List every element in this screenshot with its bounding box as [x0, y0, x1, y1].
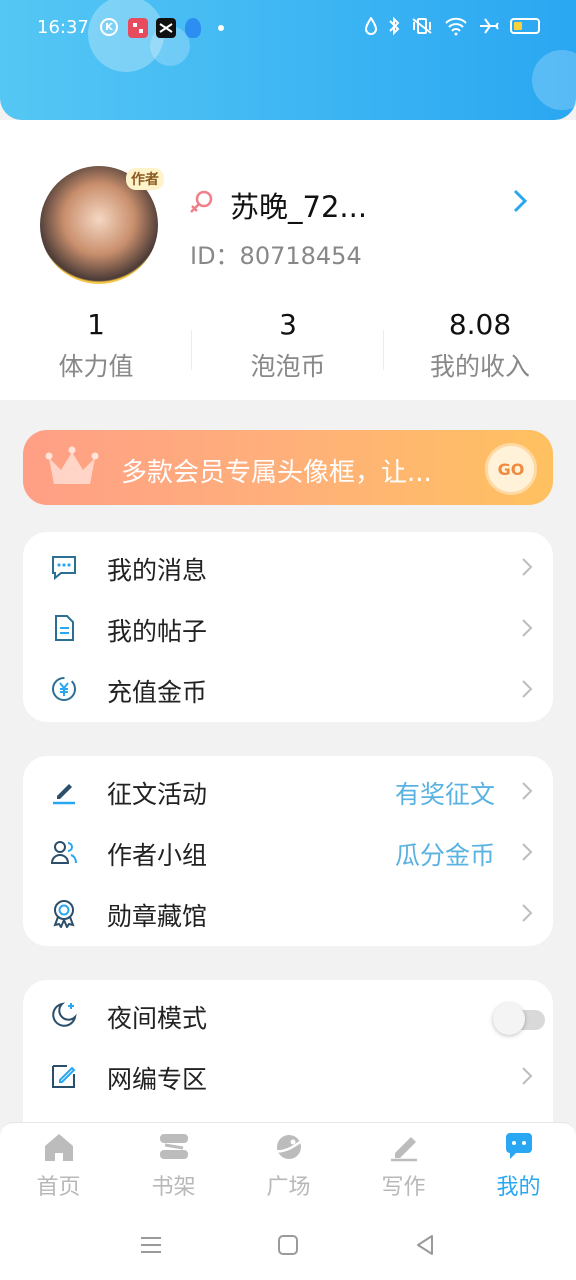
yen-coin-icon [52, 677, 76, 701]
stat-label: 泡泡币 [250, 352, 326, 381]
username: 苏晚_72... [230, 190, 368, 224]
menu-label: 夜间模式 [107, 1004, 208, 1033]
chevron-right-icon [522, 619, 533, 637]
female-icon [190, 190, 213, 213]
planet-icon [273, 1135, 305, 1159]
chevron-right-icon [522, 843, 533, 861]
go-button[interactable]: GO [485, 443, 537, 495]
chevron-right-icon [522, 1067, 533, 1085]
tab-square[interactable]: 广场 [231, 1131, 346, 1211]
bluetooth-icon [389, 16, 400, 36]
edit-icon [52, 1065, 76, 1088]
stat-stamina[interactable]: 1 体力值 [0, 308, 192, 383]
stat-value: 1 [87, 308, 105, 341]
menu-item-recharge[interactable]: 充值金币 [23, 658, 553, 719]
menu-item-posts[interactable]: 我的帖子 [23, 597, 553, 658]
menu-card-activities: 征文活动 有奖征文 作者小组 瓜分金币 勋章藏馆 [23, 756, 553, 946]
menu-extra: 瓜分金币 [394, 841, 495, 870]
message-icon [52, 556, 76, 581]
red-app-icon [128, 18, 148, 38]
battery-icon [510, 18, 540, 34]
more-notifications-dot [218, 25, 224, 31]
stat-value: 3 [279, 308, 297, 341]
menu-item-medal-hall[interactable]: 勋章藏馆 [23, 882, 553, 943]
chevron-right-icon [522, 680, 533, 698]
tab-home[interactable]: 首页 [1, 1131, 116, 1211]
author-tag: 作者 [126, 168, 164, 190]
menu-label: 充值金币 [107, 678, 208, 707]
medal-icon [53, 900, 75, 928]
tab-mine[interactable]: 我的 [461, 1131, 576, 1211]
document-icon [55, 615, 74, 641]
capcut-icon [156, 18, 176, 38]
stat-label: 我的收入 [429, 352, 530, 381]
night-mode-toggle[interactable] [493, 1003, 547, 1035]
decor-bubble [532, 50, 576, 110]
airplane-icon [480, 18, 499, 34]
profile-section[interactable]: 作者 苏晚_72... ID：80718454 1 体力值 3 泡泡币 8.08… [0, 120, 576, 400]
chevron-right-icon[interactable] [508, 186, 532, 216]
vibrate-icon [412, 18, 432, 34]
menu-item-editor-zone[interactable]: 网编专区 [23, 1045, 553, 1106]
tab-label: 我的 [496, 1175, 541, 1200]
stat-label: 体力值 [58, 352, 134, 381]
back-icon[interactable] [412, 1232, 438, 1258]
tab-label: 写作 [381, 1175, 426, 1200]
tab-label: 书架 [151, 1175, 196, 1200]
system-nav-bar [0, 1210, 576, 1280]
menu-extra: 有奖征文 [394, 780, 495, 809]
menu-label: 勋章藏馆 [107, 902, 208, 931]
system-icons [364, 16, 540, 36]
status-time: 16:37 [37, 17, 89, 38]
menu-label: 我的消息 [107, 556, 208, 585]
stat-income[interactable]: 8.08 我的收入 [384, 308, 576, 383]
bottom-tab-bar: 首页 书架 广场 写作 我的 [0, 1122, 576, 1210]
menu-card-account: 我的消息 我的帖子 充值金币 [23, 532, 553, 722]
home-icon [44, 1134, 73, 1161]
water-drop-icon [364, 17, 378, 35]
home-button-icon[interactable] [275, 1232, 301, 1258]
chat-bubble-icon [505, 1133, 532, 1159]
crown-icon [45, 446, 99, 484]
user-id: ID：80718454 [190, 242, 362, 270]
bookshelf-icon [159, 1134, 188, 1159]
status-bar: 16:37 K [0, 0, 576, 58]
toggle-knob [493, 1003, 525, 1035]
menu-label: 我的帖子 [107, 617, 208, 646]
banner-text: 多款会员专属头像框，让... [121, 458, 432, 488]
menu-item-night-mode[interactable]: 夜间模式 [23, 984, 553, 1045]
menu-item-messages[interactable]: 我的消息 [23, 536, 553, 597]
qq-icon [185, 18, 201, 38]
stat-bubble-coins[interactable]: 3 泡泡币 [192, 308, 384, 383]
moon-icon [52, 1002, 77, 1027]
vip-banner[interactable]: 多款会员专属头像框，让... GO [23, 430, 553, 505]
menu-item-essay-contest[interactable]: 征文活动 有奖征文 [23, 760, 553, 821]
menu-label: 网编专区 [107, 1065, 208, 1094]
avatar[interactable]: 作者 [28, 156, 180, 290]
chevron-right-icon [522, 904, 533, 922]
chevron-right-icon [522, 782, 533, 800]
pen-icon [53, 784, 75, 805]
menu-icon[interactable] [138, 1232, 164, 1258]
tab-label: 广场 [266, 1175, 311, 1200]
write-icon [390, 1137, 417, 1162]
group-icon [50, 841, 77, 864]
tab-write[interactable]: 写作 [346, 1131, 461, 1211]
menu-item-author-group[interactable]: 作者小组 瓜分金币 [23, 821, 553, 882]
wifi-icon [445, 17, 467, 36]
stat-value: 8.08 [448, 308, 512, 341]
k-app-icon: K [100, 18, 118, 36]
menu-label: 作者小组 [107, 841, 208, 870]
tab-label: 首页 [36, 1175, 81, 1200]
menu-label: 征文活动 [107, 780, 208, 809]
tab-bookshelf[interactable]: 书架 [116, 1131, 231, 1211]
chevron-right-icon [522, 558, 533, 576]
